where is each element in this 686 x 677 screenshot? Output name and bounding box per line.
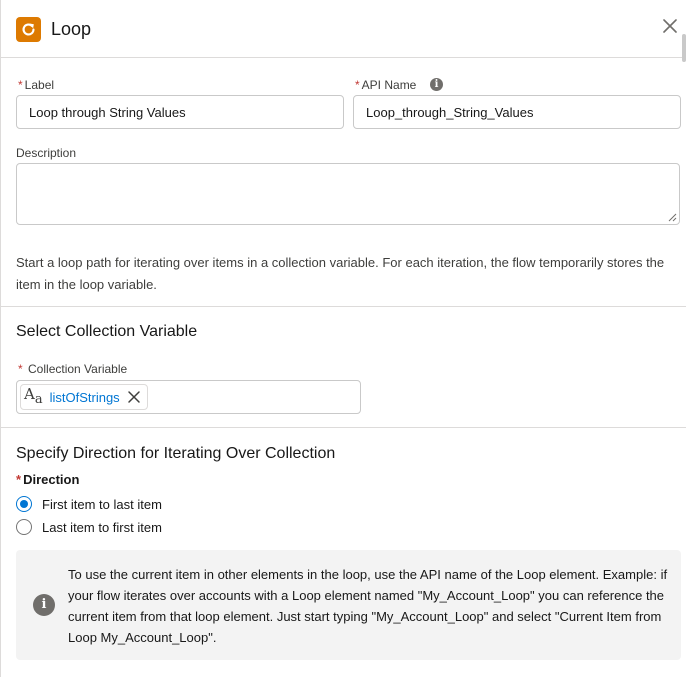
direction-section-title: Specify Direction for Iterating Over Col… xyxy=(16,445,336,462)
direction-field-text: Direction xyxy=(23,472,80,487)
section-divider xyxy=(1,306,686,307)
collection-variable-pill[interactable]: Aa listOfStrings xyxy=(20,384,148,410)
collection-field-label: * Collection Variable xyxy=(18,362,127,376)
required-mark: * xyxy=(18,362,23,376)
api-name-input-value: Loop_through_String_Values xyxy=(366,104,534,120)
info-tip-box: i To use the current item in other eleme… xyxy=(16,550,681,660)
close-icon[interactable] xyxy=(663,19,681,37)
scrollbar-thumb[interactable] xyxy=(682,34,686,62)
label-field-label: * Label xyxy=(18,78,54,92)
text-type-sub: a xyxy=(34,392,43,407)
info-icon: i xyxy=(33,594,55,616)
resize-grip-icon[interactable] xyxy=(668,213,677,222)
collection-variable-input[interactable]: Aa listOfStrings xyxy=(16,380,361,414)
label-input-value: Loop through String Values xyxy=(29,104,186,120)
radio-last-to-first[interactable]: Last item to first item xyxy=(16,519,162,535)
text-type-glyph: A xyxy=(24,385,35,403)
panel-title: Loop xyxy=(51,19,92,39)
required-mark: * xyxy=(355,78,360,92)
label-input[interactable]: Loop through String Values xyxy=(16,95,344,129)
info-icon[interactable]: i xyxy=(430,78,443,91)
collection-field-text: Collection Variable xyxy=(28,362,128,376)
required-mark: * xyxy=(16,472,22,487)
pill-label: listOfStrings xyxy=(49,389,120,405)
section-divider xyxy=(1,427,686,428)
description-field-label: Description xyxy=(16,146,77,160)
panel-header: Loop xyxy=(1,0,686,62)
label-field-text: Label xyxy=(24,78,55,92)
radio-first-to-last[interactable]: First item to last item xyxy=(16,496,162,512)
radio-label: Last item to first item xyxy=(42,519,162,535)
info-tip-text: To use the current item in other element… xyxy=(68,567,668,645)
loop-help-text: Start a loop path for iterating over ite… xyxy=(16,255,665,292)
direction-field-label: * Direction xyxy=(16,472,79,487)
loop-editor-panel: Loop * Label Loop through String Values *… xyxy=(0,0,686,677)
radio-button[interactable] xyxy=(16,519,32,535)
loop-icon xyxy=(16,17,41,42)
text-type-icon: Aa xyxy=(24,385,43,407)
api-name-field-label: * API Name xyxy=(355,78,416,92)
radio-label: First item to last item xyxy=(42,496,162,512)
collection-section-title: Select Collection Variable xyxy=(16,323,198,340)
close-icon[interactable] xyxy=(127,390,141,404)
api-name-input[interactable]: Loop_through_String_Values xyxy=(353,95,681,129)
radio-button[interactable] xyxy=(16,496,32,512)
description-textarea[interactable] xyxy=(16,163,680,225)
api-name-field-text: API Name xyxy=(361,78,417,92)
required-mark: * xyxy=(18,78,23,92)
